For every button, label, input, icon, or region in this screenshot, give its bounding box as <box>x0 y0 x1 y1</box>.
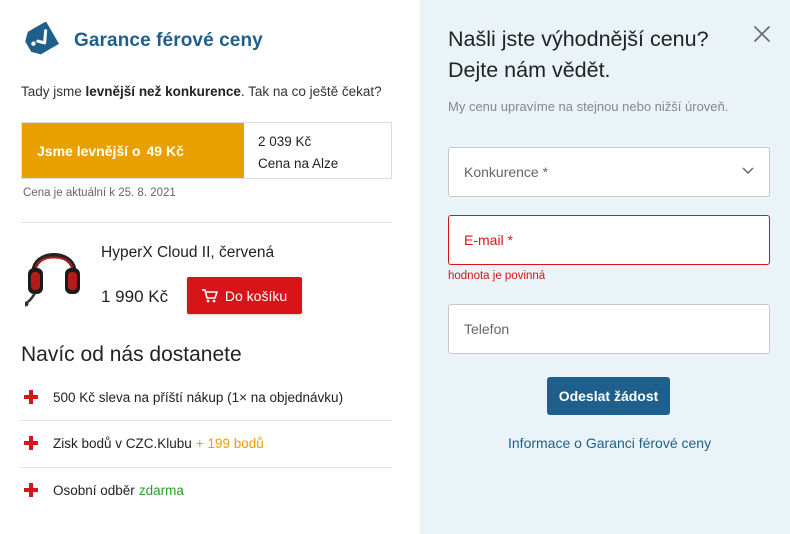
extra-text: 500 Kč sleva na příští nákup (1× na obje… <box>53 389 344 405</box>
extra-highlight: zdarma <box>138 482 184 498</box>
intro-prefix: Tady jsme <box>21 84 86 99</box>
extra-item: Osobní odběr zdarma <box>21 467 392 513</box>
form-panel: Našli jste výhodnější cenu? Dejte nám vě… <box>420 0 790 534</box>
extra-item: 500 Kč sleva na příští nákup (1× na obje… <box>21 374 392 420</box>
header: Garance férové ceny <box>21 22 263 60</box>
product-price: 1 990 Kč <box>101 287 169 306</box>
rival-price-box: 2 039 Kč Cena na Alze <box>244 123 338 178</box>
submit-button[interactable]: Odeslat žádost <box>547 377 670 415</box>
cheaper-amount: 49 Kč <box>146 142 184 159</box>
page-title: Garance férové ceny <box>74 30 263 51</box>
extra-text: Osobní odběr <box>53 482 135 498</box>
chevron-down-icon <box>742 167 754 175</box>
cheaper-badge: Jsme levnější o 49 Kč <box>22 123 244 178</box>
phone-field[interactable]: Telefon <box>448 304 770 354</box>
add-to-cart-button[interactable]: Do košíku <box>187 277 302 314</box>
product-name: HyperX Cloud II, červená <box>101 244 275 261</box>
plus-icon <box>24 436 38 450</box>
cart-icon <box>201 288 218 302</box>
extras-title: Navíc od nás dostanete <box>21 343 242 366</box>
add-to-cart-label: Do košíku <box>224 287 288 304</box>
cheaper-label: Jsme levnější o <box>37 142 141 159</box>
intro-suffix: . Tak na co ještě čekat? <box>240 84 382 99</box>
close-icon[interactable] <box>752 24 772 44</box>
intro-bold: levnější než konkurence <box>85 84 241 99</box>
competitor-select[interactable]: Konkurence * <box>448 147 770 197</box>
email-placeholder: E-mail * <box>464 232 514 248</box>
extra-highlight: + 199 bodů <box>195 435 264 451</box>
plus-icon <box>24 390 38 404</box>
extra-text: Zisk bodů v CZC.Klubu <box>53 435 192 451</box>
email-field[interactable]: E-mail * <box>448 215 770 265</box>
form-title-line2: Dejte nám vědět. <box>448 58 611 82</box>
phone-placeholder: Telefon <box>464 321 510 337</box>
form-title-line1: Našli jste výhodnější cenu? <box>448 27 709 51</box>
divider <box>21 222 392 223</box>
rival-name: Cena na Alze <box>258 156 339 171</box>
product-card: HyperX Cloud II, červená 1 990 Kč Do koš… <box>21 236 392 316</box>
headset-product-image <box>25 253 80 307</box>
extra-item: Zisk bodů v CZC.Klubu + 199 bodů <box>21 420 392 466</box>
competitor-placeholder: Konkurence * <box>464 164 549 180</box>
form-subtitle: My cenu upravíme na stejnou nebo nižší ú… <box>448 99 729 114</box>
form-title: Našli jste výhodnější cenu? Dejte nám vě… <box>448 24 748 86</box>
price-tag-check-icon <box>25 22 59 55</box>
fair-price-modal: Garance férové ceny Tady jsme levnější n… <box>0 0 790 534</box>
plus-icon <box>24 483 38 497</box>
price-comparison: Jsme levnější o 49 Kč 2 039 Kč Cena na A… <box>21 122 392 179</box>
guarantee-info-link[interactable]: Informace o Garanci férové ceny <box>508 435 711 451</box>
left-panel: Garance férové ceny Tady jsme levnější n… <box>0 0 420 534</box>
price-validity: Cena je aktuální k 25. 8. 2021 <box>23 187 176 199</box>
rival-price: 2 039 Kč <box>258 134 312 149</box>
intro-text: Tady jsme levnější než konkurence. Tak n… <box>21 84 382 99</box>
email-error: hodnota je povinná <box>448 270 546 282</box>
